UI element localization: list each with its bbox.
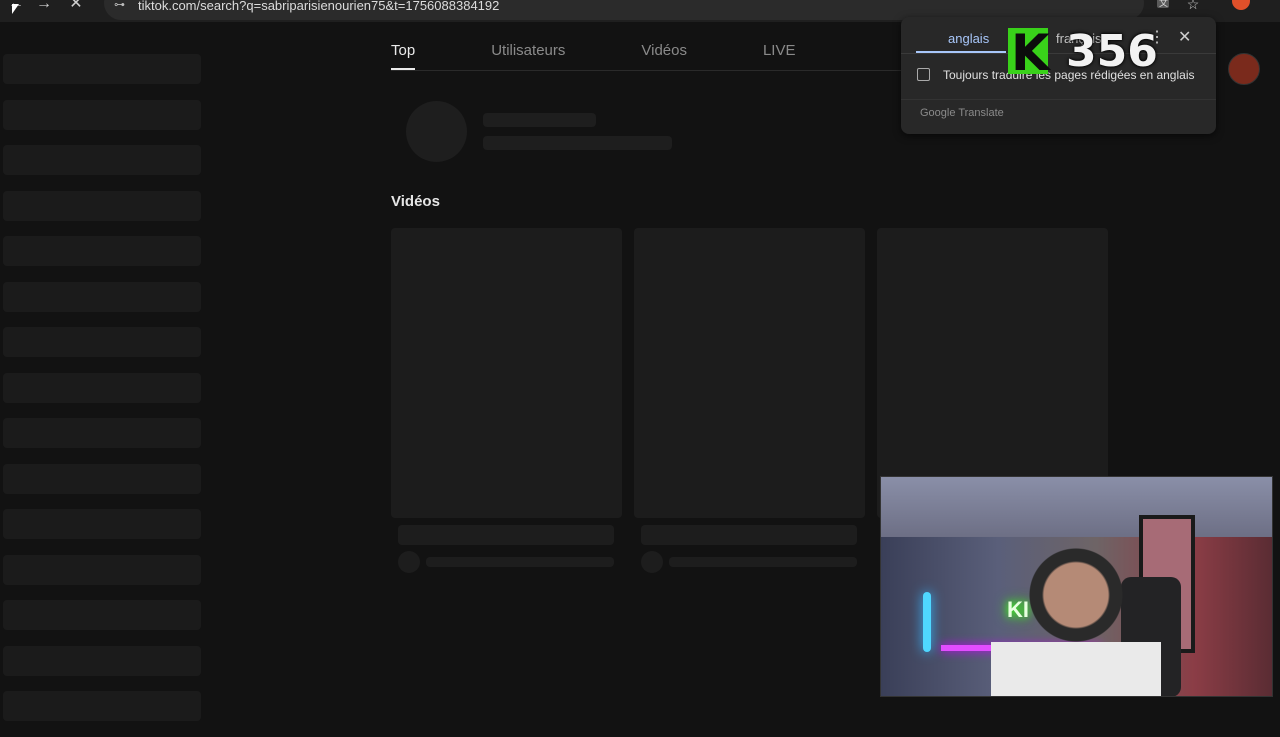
google-translate-brand: Google Translate: [920, 107, 1004, 119]
webcam-neon-light: [923, 592, 931, 652]
forward-icon[interactable]: →: [34, 0, 54, 14]
translate-popup: anglais français ⋮ ✕ Toujours traduire l…: [901, 17, 1216, 134]
sidebar-skeleton: [3, 54, 201, 737]
sidebar-skeleton-row: [3, 99, 201, 130]
sidebar-skeleton-row: [3, 509, 201, 539]
webcam-ceiling: [881, 477, 1272, 537]
tab-users[interactable]: Utilisateurs: [491, 40, 565, 70]
video-meta-skeleton: [426, 557, 614, 567]
tab-live[interactable]: LIVE: [763, 40, 796, 70]
videos-section-title: Vidéos: [391, 193, 440, 210]
user-meta-skeleton: [483, 136, 672, 150]
sidebar-skeleton-row: [3, 691, 201, 721]
tab-top[interactable]: Top: [391, 40, 416, 70]
video-author-avatar-skeleton: [398, 551, 420, 573]
webcam-overlay: KI: [880, 476, 1273, 697]
translate-icon[interactable]: 文: [1153, 0, 1173, 14]
bookmark-star-icon[interactable]: ☆: [1183, 0, 1203, 14]
mouse-cursor-icon: [12, 4, 19, 14]
sidebar-skeleton-row: [3, 418, 201, 448]
user-avatar-skeleton: [406, 101, 467, 162]
sidebar-skeleton-row: [3, 236, 201, 266]
user-name-skeleton: [483, 113, 596, 127]
video-meta-skeleton: [669, 557, 857, 567]
webcam-streamer: [991, 547, 1161, 696]
sidebar-skeleton-row: [3, 645, 201, 676]
video-card-skeleton[interactable]: [634, 228, 865, 518]
translate-divider: [901, 53, 1216, 54]
sidebar-skeleton-row: [3, 463, 201, 494]
translate-footer-divider: [901, 99, 1216, 100]
video-title-skeleton: [398, 525, 614, 545]
video-card-skeleton[interactable]: [391, 228, 622, 518]
sidebar-skeleton-row: [3, 600, 201, 630]
sidebar-skeleton-row: [3, 54, 201, 84]
tabs-divider: [391, 70, 951, 71]
sidebar-skeleton-row: [3, 327, 201, 357]
viewer-count: 356: [1066, 26, 1158, 77]
always-translate-checkbox[interactable]: [917, 68, 930, 81]
account-avatar[interactable]: [1228, 53, 1260, 85]
video-title-skeleton: [641, 525, 857, 545]
search-tabs: Top Utilisateurs Vidéos LIVE: [391, 40, 872, 70]
sidebar-skeleton-row: [3, 554, 201, 585]
video-card-skeleton[interactable]: [877, 228, 1108, 518]
sidebar-skeleton-row: [3, 190, 201, 221]
svg-text:文: 文: [1159, 0, 1168, 8]
video-author-avatar-skeleton: [641, 551, 663, 573]
sidebar-skeleton-row: [3, 372, 201, 403]
translate-tab-source[interactable]: anglais: [948, 31, 989, 46]
browser-profile-avatar[interactable]: [1232, 0, 1250, 10]
sidebar-skeleton-row: [3, 281, 201, 312]
tab-videos[interactable]: Vidéos: [641, 40, 687, 70]
close-icon[interactable]: ✕: [1178, 27, 1191, 47]
site-settings-icon[interactable]: ⊶: [114, 0, 125, 11]
stop-icon[interactable]: ✕: [66, 0, 86, 14]
sidebar-skeleton-row: [3, 145, 201, 175]
url-text[interactable]: tiktok.com/search?q=sabriparisienourien7…: [138, 0, 499, 13]
kick-logo-icon: [1008, 24, 1050, 82]
